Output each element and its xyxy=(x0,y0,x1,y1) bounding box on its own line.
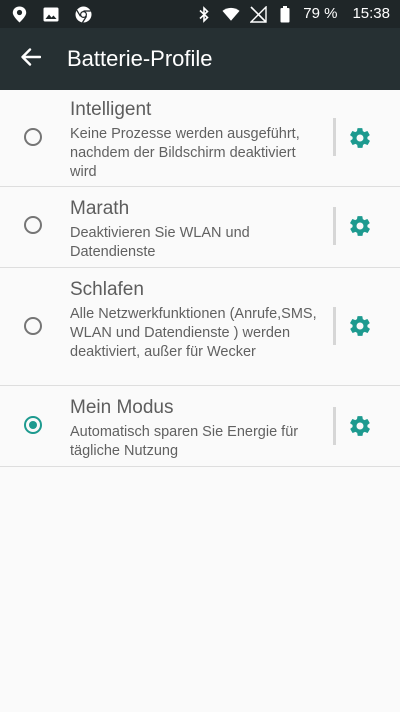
profile-item-marath[interactable]: Marath Deaktivieren Sie WLAN und Datendi… xyxy=(0,187,400,268)
profile-description: Keine Prozesse werden ausgeführt, nachde… xyxy=(70,126,300,180)
profile-item-schlafen[interactable]: Schlafen Alle Netzwerkfunktionen (Anrufe… xyxy=(0,268,400,386)
profile-radio-intelligent[interactable] xyxy=(24,128,42,146)
profile-title: Mein Modus xyxy=(70,397,174,418)
status-bar: 79 % 15:38 xyxy=(0,0,400,28)
back-button[interactable] xyxy=(16,45,46,73)
arrow-left-icon xyxy=(21,47,42,71)
page-title: Batterie-Profile xyxy=(67,46,213,71)
image-icon xyxy=(42,5,60,23)
profile-description: Alle Netzwerkfunktionen (Anrufe,SMS, WLA… xyxy=(70,306,317,360)
gear-icon[interactable] xyxy=(347,125,373,151)
profile-radio-schlafen[interactable] xyxy=(24,317,42,335)
profile-title: Schlafen xyxy=(70,279,144,300)
app-bar: Batterie-Profile xyxy=(0,28,400,90)
wifi-icon xyxy=(222,5,240,23)
gear-icon[interactable] xyxy=(347,413,373,439)
clock: 15:38 xyxy=(352,5,390,22)
profile-item-mein-modus[interactable]: Mein Modus Automatisch sparen Sie Energi… xyxy=(0,386,400,467)
gear-icon[interactable] xyxy=(347,213,373,239)
divider xyxy=(333,118,336,156)
profile-list: Intelligent Keine Prozesse werden ausgef… xyxy=(0,90,400,467)
location-pin-icon xyxy=(10,5,28,23)
gear-icon[interactable] xyxy=(347,313,373,339)
profile-title: Intelligent xyxy=(70,99,152,120)
divider xyxy=(333,407,336,445)
profile-item-intelligent[interactable]: Intelligent Keine Prozesse werden ausgef… xyxy=(0,90,400,187)
profile-radio-mein-modus[interactable] xyxy=(24,416,42,434)
divider xyxy=(333,207,336,245)
battery-percent: 79 % xyxy=(303,5,338,22)
battery-icon xyxy=(276,5,294,23)
profile-radio-marath[interactable] xyxy=(24,216,42,234)
no-signal-icon xyxy=(249,5,267,23)
divider xyxy=(333,307,336,345)
profile-description: Deaktivieren Sie WLAN und Datendienste xyxy=(70,225,250,260)
bluetooth-icon xyxy=(195,5,213,23)
profile-description: Automatisch sparen Sie Energie für tägli… xyxy=(70,424,299,459)
profile-title: Marath xyxy=(70,198,130,219)
chrome-icon xyxy=(74,5,92,23)
